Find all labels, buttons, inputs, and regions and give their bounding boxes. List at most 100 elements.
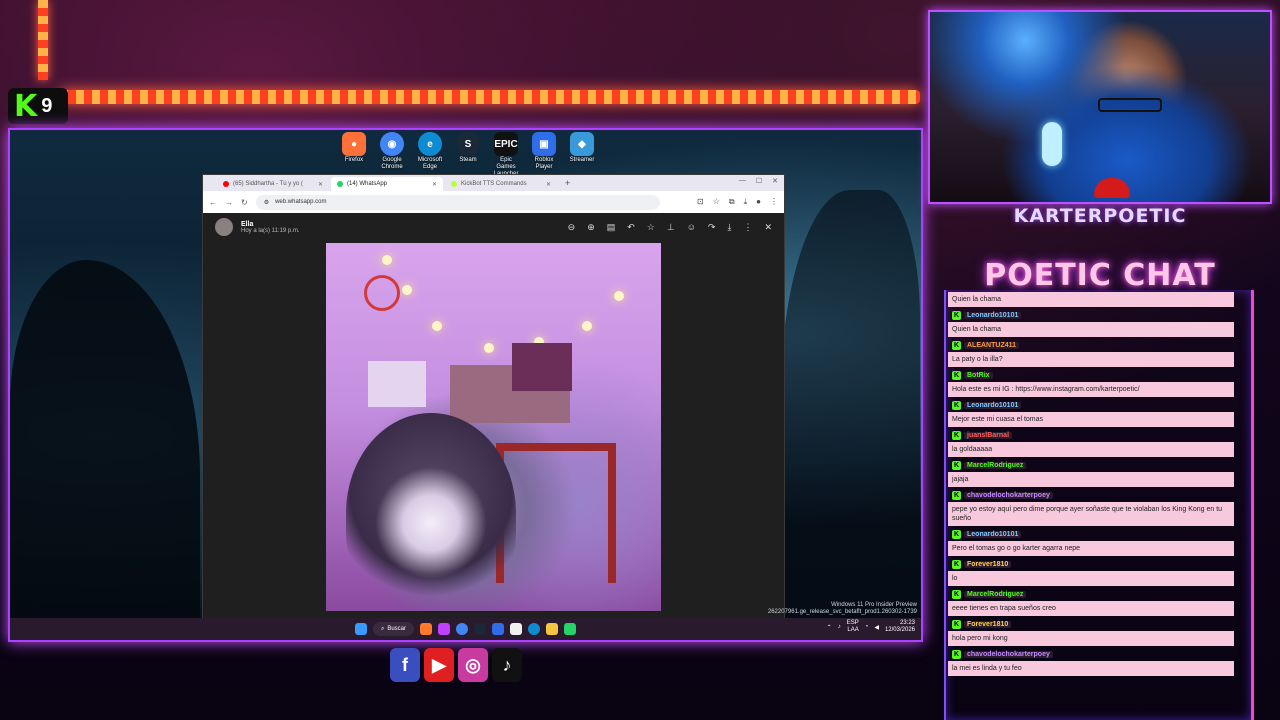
chat-message-header: Kchavodelochokarterpoey [948,489,1234,501]
kick-badge-icon: K [952,649,961,659]
taskbar-search[interactable]: ⌕ Buscar [372,622,415,636]
close-tab-icon[interactable]: ✕ [318,181,323,188]
browser-toolbar: ⊡ ☆ ⧉ ⤓ ● ⋮ [697,197,778,207]
taskbar-clock[interactable]: 23:23 12/03/2026 [885,620,915,634]
windows-start-icon[interactable] [354,623,367,635]
site-info-icon[interactable]: ⚙ [264,199,269,206]
url-field[interactable]: ⚙ web.whatsapp.com [255,194,660,210]
chevron-up-icon[interactable]: ⌃ [827,624,832,631]
whatsapp-icon[interactable] [564,623,577,635]
chrome-icon: ◉ [380,132,404,156]
tree-silhouette [10,260,200,620]
chat-username[interactable]: MarcelRodriguez [964,590,1027,598]
chat-message-text: hola pero mi kong [948,631,1234,646]
taskbar-app-icon[interactable] [438,623,451,635]
tab-whatsapp[interactable]: (14) WhatsApp ✕ [331,177,443,191]
desktop-icon-streamer[interactable]: ◆ Streamer [566,132,598,178]
chat-message-header: K ALEANTUZ411 [948,339,1234,351]
wifi-icon[interactable]: ◔ [865,624,869,630]
chat-username[interactable]: Leonardo10101 [964,530,1022,538]
close-icon[interactable]: ✕ [764,222,772,233]
chat-message-text: pepe yo estoy aquí pero dime porque ayer… [948,502,1234,526]
chrome-icon[interactable] [456,623,469,635]
chat-username[interactable]: Forever1810 [964,560,1012,568]
close-window-icon[interactable]: ✕ [772,177,778,185]
chat-username[interactable]: Leonardo10101 [964,401,1022,409]
chat-message-text: Quien la chama [948,292,1234,307]
instagram-icon: ◎ [458,648,488,682]
mic-icon[interactable]: ♪ [838,624,841,630]
download-icon[interactable]: ⤓ [727,222,731,233]
chat-username[interactable]: juanslBarnal [964,431,1013,439]
chat-username[interactable]: MarcelRodriguez [964,461,1027,469]
tab-kickbot[interactable]: KickBot TTS Commands ✕ [445,177,557,191]
chat-username[interactable]: ALEANTUZ411 [964,341,1020,349]
kick-badge-icon: K [952,310,961,320]
streamer-app-icon: ◆ [570,132,594,156]
star-icon[interactable]: ☆ [647,222,655,233]
reply-icon[interactable]: ↶ [627,222,635,233]
caption-icon[interactable]: ▤ [607,222,616,233]
forward-icon[interactable]: → [225,198,233,207]
back-icon[interactable]: ← [209,198,217,207]
kick-badge-icon: K [952,559,961,569]
chat-message-text: Quien la chama [948,322,1234,337]
desktop-icon-epic[interactable]: EPICEpic Games Launcher [490,132,522,178]
viewer-count: 9 [41,94,53,117]
install-icon[interactable]: ⊡ [697,197,704,207]
chat-message-text: lo [948,571,1234,586]
steam-icon[interactable] [474,623,487,635]
chat-username[interactable]: BotRix [964,371,993,379]
chat-username[interactable]: Forever1810 [964,620,1012,628]
taskbar-app-icon[interactable] [420,623,433,635]
store-icon[interactable] [510,623,523,635]
kick-badge-icon: K [952,340,961,350]
tab-youtube[interactable]: (65) Siddhartha - Tú y yo ( ✕ [217,177,329,191]
edge-icon: e [418,132,442,156]
desktop-icon-steam[interactable]: S Steam [452,132,484,178]
more-options-icon[interactable]: ⋮ [743,222,752,233]
chat-username[interactable]: chavodelochokarterpoey [964,491,1053,499]
system-tray: ⌃ ♪ ESP LAA ◔ ◀ 23:23 12/03/2026 [827,620,915,634]
desktop-icon-firefox[interactable]: ● Firefox [338,132,370,178]
maximize-icon[interactable]: ☐ [756,177,762,185]
led-strip [60,90,920,104]
language-indicator[interactable]: ESP LAA [847,620,859,634]
kick-badge-icon: K [952,400,961,410]
glasses [1098,98,1162,112]
minimize-icon[interactable]: — [739,177,746,185]
edge-icon[interactable] [528,623,541,635]
social-icons: f ▶ ◎ ♪ [390,648,522,682]
avatar[interactable] [215,218,233,236]
taskbar-app-icon[interactable] [492,623,505,635]
forward-icon[interactable]: ↷ [708,222,716,233]
zoom-out-icon[interactable]: ⊖ [568,222,576,233]
youtube-icon: ▶ [424,648,454,682]
menu-kebab-icon[interactable]: ⋮ [770,197,778,207]
close-tab-icon[interactable]: ✕ [546,181,551,188]
profile-icon[interactable]: ● [756,197,761,207]
kick-badge-icon: K [952,430,961,440]
downloads-icon[interactable]: ⤓ [744,197,748,207]
close-tab-icon[interactable]: ✕ [432,181,437,188]
volume-icon[interactable]: ◀ [874,624,879,631]
streamer-name: KARTERPOETIC [1013,205,1187,227]
chat-username[interactable]: Leonardo10101 [964,311,1022,319]
desktop-icon-chrome[interactable]: ◉ Google Chrome [376,132,408,178]
zoom-in-icon[interactable]: ⊕ [587,222,595,233]
epic-games-icon: EPIC [494,132,518,156]
desktop-icon-edge[interactable]: e Microsoft Edge [414,132,446,178]
tab-strip: (65) Siddhartha - Tú y yo ( ✕ (14) Whats… [203,175,784,191]
photo-collage [512,343,572,391]
new-tab-button[interactable]: + [565,178,570,188]
chat-username[interactable]: chavodelochokarterpoey [964,650,1053,658]
react-emoji-icon[interactable]: ☺ [687,222,696,233]
chat-message-text: jajaja [948,472,1234,487]
pin-icon[interactable]: ⊥ [667,222,675,233]
desktop-icon-roblox[interactable]: ▣ Roblox Player [528,132,560,178]
chat-message-text: La paty o la illa? [948,352,1234,367]
extensions-icon[interactable]: ⧉ [729,197,735,207]
bookmark-star-icon[interactable]: ☆ [713,197,720,207]
file-explorer-icon[interactable] [546,623,559,635]
reload-icon[interactable]: ↻ [241,198,248,207]
